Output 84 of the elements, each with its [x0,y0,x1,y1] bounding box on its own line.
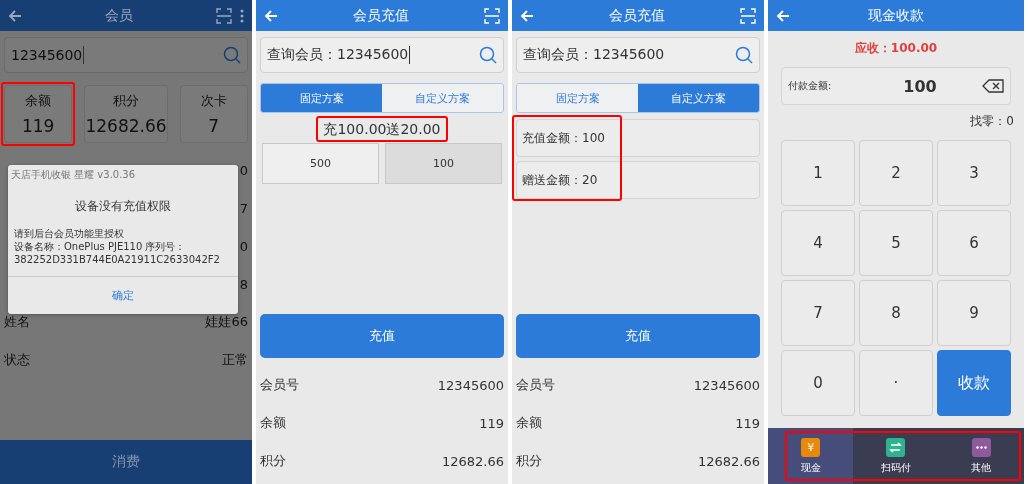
plan-tab[interactable]: 固定方案 [517,84,638,112]
keypad-key[interactable]: 8 [859,280,933,346]
row-label: 姓名 [4,313,30,331]
row-value: 12682.66 [697,453,760,469]
row-value: 0 [239,238,248,254]
dialog-title: 设备没有充值权限 [74,198,172,215]
search-icon[interactable] [223,46,241,64]
row-label: 会员号 [260,376,299,394]
dialog-text: 382252D331B744E0A21911C2633042F2 [13,253,221,266]
keypad-key[interactable]: 3 [937,140,1011,206]
keypad-key[interactable]: 4 [781,210,855,276]
amount-option[interactable]: 500 [262,143,379,184]
keypad-key[interactable]: 7 [781,280,855,346]
collect-button[interactable]: 收款 [937,350,1011,416]
search-field[interactable]: 查询会员：12345600 [516,37,760,73]
plan-tab[interactable]: 固定方案 [261,84,382,112]
recharge-button[interactable]: 充值 [260,314,504,358]
field-label: 付款金额: [788,79,833,93]
row-label: 积分 [260,452,286,470]
scan-icon[interactable] [216,7,232,24]
stat-label: 积分 [113,92,139,110]
search-field[interactable]: 12345600 [4,37,248,73]
yen-icon: ¥ [801,437,821,457]
row-value: 119 [735,415,760,431]
payment-method-tab[interactable]: ¥ 现金 [768,428,854,484]
stat-card[interactable]: 余额 119 [4,85,73,143]
row-label: 积分 [516,452,542,470]
keypad-key[interactable]: 5 [859,210,933,276]
plan-description: 充100.00送20.00 [322,120,442,139]
more-menu-icon[interactable] [240,8,244,23]
screen-title: 会员充值 [608,6,666,25]
plan-tab[interactable]: 自定义方案 [382,84,503,112]
stat-value: 7 [208,116,220,136]
stat-card[interactable]: 积分 12682.66 [84,85,168,143]
screen-title: 会员 [104,6,134,25]
keypad-key[interactable]: 9 [937,280,1011,346]
back-arrow-icon[interactable] [8,8,22,23]
row-label: 余额 [260,414,286,432]
search-icon[interactable] [479,46,497,64]
keypad-key[interactable]: 1 [781,140,855,206]
backspace-icon[interactable] [982,79,1004,93]
screen-title: 现金收款 [867,6,925,25]
row-value: 7 [239,200,248,216]
row-label: 会员号 [516,376,555,394]
amount-field[interactable]: 充值金额：100 [516,119,760,157]
text-cursor [409,46,411,64]
row-value: 娃娃66 [205,313,248,331]
row-label: 状态 [4,351,30,369]
amount-option[interactable]: 100 [385,143,502,184]
payment-field[interactable]: 付款金额: 100 [781,67,1011,105]
keypad-key[interactable]: 6 [937,210,1011,276]
search-field[interactable]: 查询会员：12345600 [260,37,504,73]
row-value: 8 [239,276,248,292]
keypad-key[interactable]: · [859,350,933,416]
payment-method-tab[interactable]: 其他 [938,428,1024,484]
dialog-text: 设备名称：OnePlus PJE110 序列号： [13,240,187,253]
amount-due: 应收：100.00 [853,40,939,57]
confirm-button[interactable]: 确定 [8,276,238,314]
row-label: 余额 [516,414,542,432]
row-value: 12345600 [693,377,760,393]
amount-field[interactable]: 赠送金额：20 [516,161,760,199]
stat-card[interactable]: 次卡 7 [179,85,248,143]
row-value: 12345600 [437,377,504,393]
search-icon[interactable] [735,46,753,64]
change-amount: 找零：0 [969,113,1015,130]
consume-button[interactable]: 消费 [0,440,252,484]
text-cursor [83,46,85,64]
stat-label: 次卡 [200,92,227,110]
row-value: 0 [239,162,248,178]
stat-label: 余额 [25,92,52,110]
payment-method-tab[interactable]: 扫码付 [853,428,939,484]
keypad-key[interactable]: 2 [859,140,933,206]
plan-tab[interactable]: 自定义方案 [638,84,759,112]
row-value: 12682.66 [441,453,504,469]
dialog-text: 请到后台会员功能里授权 [13,227,125,240]
row-value: 119 [479,415,504,431]
app-name: 天店手机收银 星耀 v3.0.36 [10,168,137,182]
stat-value: 12682.66 [85,116,167,136]
row-value: 正常 [222,351,248,369]
screen-title: 会员充值 [352,6,410,25]
stat-value: 119 [22,116,55,136]
keypad-key[interactable]: 0 [781,350,855,416]
field-value: 100 [902,76,938,96]
recharge-button[interactable]: 充值 [516,314,760,358]
